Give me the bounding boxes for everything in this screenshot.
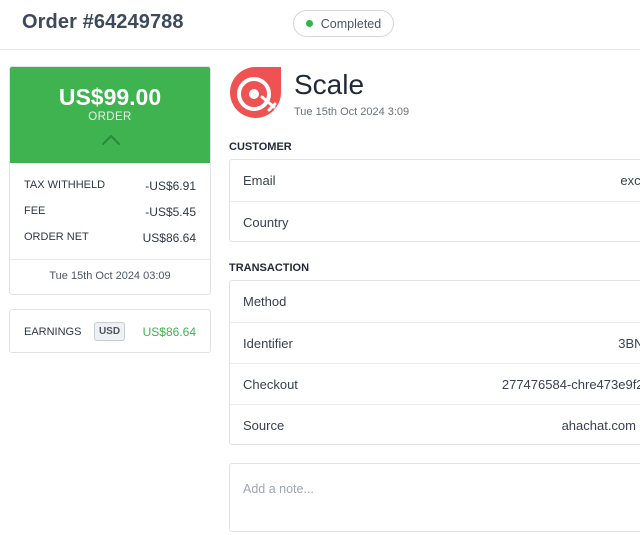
summary-row-value: -US$6.91 bbox=[145, 179, 196, 193]
summary-row-order-net: ORDER NET US$86.64 bbox=[24, 231, 196, 247]
page-header: Order #64249788 Completed bbox=[0, 0, 640, 50]
summary-breakdown: TAX WITHHELD -US$6.91 FEE -US$5.45 ORDER… bbox=[10, 163, 210, 260]
earnings-value: US$86.64 bbox=[142, 325, 196, 339]
scale-app-logo-icon bbox=[230, 67, 281, 118]
field-key: Source bbox=[243, 418, 285, 433]
earnings-label: EARNINGS bbox=[24, 326, 82, 338]
order-type: ORDER bbox=[88, 111, 132, 123]
chevron-up-icon[interactable] bbox=[101, 133, 121, 147]
transaction-panel: Method Identifier 3BN52 Checkout 2774765… bbox=[229, 280, 640, 445]
summary-header[interactable]: US$99.00 ORDER bbox=[10, 67, 210, 163]
field-value[interactable]: excela bbox=[620, 173, 640, 188]
status-dot-icon bbox=[305, 20, 313, 27]
page-title: Order #64249788 bbox=[22, 11, 184, 33]
order-page: Order #64249788 Completed US$99.00 ORDER… bbox=[0, 0, 640, 535]
summary-row-value: -US$5.45 bbox=[145, 205, 196, 219]
field-value[interactable]: ahachat.com bbox=[562, 418, 636, 433]
status-badge: Completed bbox=[293, 10, 394, 37]
transaction-row-checkout: Checkout 277476584-chre473e9f263 bbox=[230, 363, 640, 404]
summary-row-fee: FEE -US$5.45 bbox=[24, 205, 196, 221]
app-purchase-date: Tue 15th Oct 2024 3:09 bbox=[294, 106, 410, 118]
note-input[interactable] bbox=[229, 463, 640, 532]
field-key: Email bbox=[243, 173, 276, 188]
field-value[interactable]: 3BN52 bbox=[618, 336, 640, 351]
field-key: Method bbox=[243, 294, 287, 309]
summary-row-label: TAX WITHHELD bbox=[24, 179, 106, 191]
field-key: Country bbox=[243, 215, 289, 230]
app-name: Scale bbox=[294, 69, 365, 100]
status-label: Completed bbox=[320, 16, 382, 31]
customer-row-email: Email excela bbox=[230, 160, 640, 201]
earnings-card: EARNINGS USD US$86.64 bbox=[9, 309, 211, 353]
transaction-row-identifier: Identifier 3BN52 bbox=[230, 322, 640, 363]
field-value[interactable]: 277476584-chre473e9f263 bbox=[502, 377, 640, 392]
order-amount: US$99.00 bbox=[58, 84, 162, 110]
transaction-section-label: TRANSACTION bbox=[229, 262, 310, 274]
order-timestamp: Tue 15th Oct 2024 03:09 bbox=[49, 270, 171, 282]
currency-badge: USD bbox=[94, 322, 125, 341]
customer-section-label: CUSTOMER bbox=[229, 141, 292, 153]
field-key: Identifier bbox=[243, 336, 293, 351]
customer-row-country: Country bbox=[230, 201, 640, 242]
order-summary-card: US$99.00 ORDER TAX WITHHELD -US$6.91 FEE… bbox=[9, 66, 211, 295]
summary-row-label: ORDER NET bbox=[24, 231, 89, 243]
transaction-row-source: Source ahachat.com bbox=[230, 404, 640, 445]
customer-panel: Email excela Country bbox=[229, 159, 640, 242]
summary-row-label: FEE bbox=[24, 205, 46, 217]
summary-row-value: US$86.64 bbox=[142, 231, 196, 245]
summary-row-tax: TAX WITHHELD -US$6.91 bbox=[24, 179, 196, 195]
field-key: Checkout bbox=[243, 377, 298, 392]
transaction-row-method: Method bbox=[230, 281, 640, 322]
